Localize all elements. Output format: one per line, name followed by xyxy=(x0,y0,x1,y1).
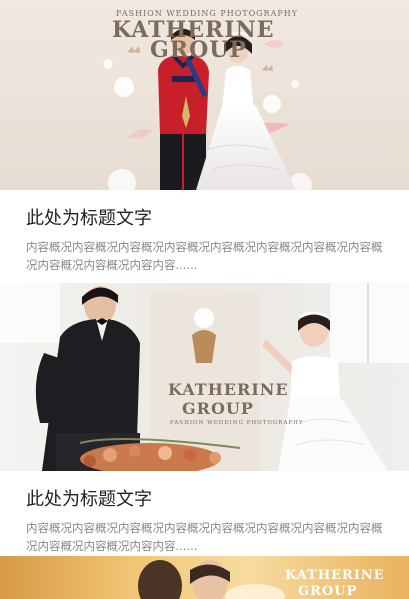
logo-line-2: GROUP xyxy=(182,399,254,418)
logo-tagline: FASHION WEDDING PHOTOGRAPHY xyxy=(170,420,304,426)
card-summary: 内容概况内容概况内容概况内容概况内容概况内容概况内容概况内容概况内容概况内容概况… xyxy=(26,521,383,553)
logo-line-1: KATHERINE xyxy=(168,380,289,399)
wedding-photo[interactable]: KATHERINE GROUP FASHION WEDDING PHOTOGRA… xyxy=(0,283,409,471)
article-card[interactable]: KATHERINE GROUP FASHION WEDDING PHOTOGRA… xyxy=(0,283,409,555)
logo-line-2: GROUP xyxy=(298,584,358,599)
article-card[interactable]: FASHION WEDDING PHOTOGRAPHY KATHERINE GR… xyxy=(0,0,409,274)
card-body: 此处为标题文字 内容概况内容概况内容概况内容概况内容概况内容概况内容概况内容概况… xyxy=(0,190,409,274)
logo-line-1: KATHERINE xyxy=(285,568,385,583)
card-title[interactable]: 此处为标题文字 xyxy=(26,487,383,513)
card-title[interactable]: 此处为标题文字 xyxy=(26,206,383,232)
card-summary: 内容概况内容概况内容概况内容概况内容概况内容概况内容概况内容概况内容概况内容概况… xyxy=(26,240,383,272)
logo-line-2: GROUP xyxy=(150,37,247,63)
wedding-photo[interactable]: FASHION WEDDING PHOTOGRAPHY KATHERINE GR… xyxy=(0,0,409,190)
card-body: 此处为标题文字 内容概况内容概况内容概况内容概况内容概况内容概况内容概况内容概况… xyxy=(0,471,409,555)
wedding-photo-illustration xyxy=(0,283,409,471)
wedding-photo[interactable]: KATHERINE GROUP xyxy=(0,556,409,599)
article-feed: FASHION WEDDING PHOTOGRAPHY KATHERINE GR… xyxy=(0,0,409,599)
article-card[interactable]: KATHERINE GROUP xyxy=(0,556,409,599)
